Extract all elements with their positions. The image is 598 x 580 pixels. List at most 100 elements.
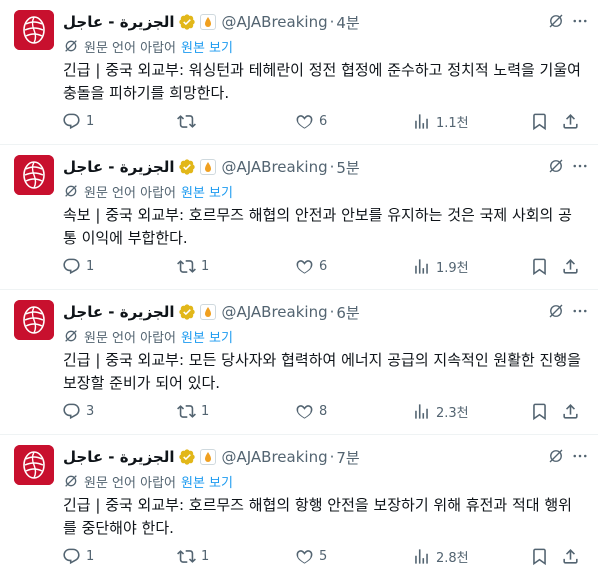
retweet-count: 1	[201, 403, 210, 419]
avatar[interactable]	[14, 300, 54, 340]
more-icon[interactable]	[570, 11, 590, 31]
author-handle[interactable]: @AJABreaking	[221, 158, 327, 176]
author-name[interactable]: الجزيرة - عاجل	[63, 13, 174, 31]
retweet-icon	[177, 259, 196, 273]
verified-badge-icon	[178, 303, 196, 321]
retweet-button[interactable]	[177, 111, 201, 131]
views-icon	[415, 548, 428, 564]
author-handle[interactable]: @AJABreaking	[221, 303, 327, 321]
reply-button[interactable]: 1	[62, 256, 94, 276]
like-icon	[296, 549, 313, 564]
views-icon	[415, 113, 428, 129]
tweet-header: الجزيرة - عاجل @AJABreaking · 5분	[63, 156, 558, 178]
retweet-button[interactable]: 1	[177, 546, 209, 566]
aljazeera-logo	[14, 10, 54, 50]
share-button[interactable]	[561, 546, 580, 566]
more-icon[interactable]	[570, 156, 590, 176]
views-button[interactable]: 2.3천	[412, 401, 469, 421]
reply-button[interactable]: 1	[62, 111, 94, 131]
bookmark-button[interactable]	[530, 256, 549, 276]
like-button[interactable]: 5	[295, 546, 327, 566]
tweet-text: 긴급 | 중국 외교부: 호르무즈 해협의 항행 안전을 보장하기 위해 휴전과…	[63, 496, 572, 537]
bookmark-button[interactable]	[530, 546, 549, 566]
show-original-link[interactable]: 원본 보기	[181, 327, 233, 346]
translate-icon	[63, 38, 79, 54]
author-handle[interactable]: @AJABreaking	[221, 448, 327, 466]
affiliate-icon[interactable]	[200, 304, 217, 320]
like-icon	[296, 404, 313, 419]
verified-badge-icon	[178, 448, 196, 466]
translation-notice: 원문 언어 아랍어 원본 보기	[63, 36, 233, 56]
retweet-icon	[177, 549, 196, 563]
reply-count: 3	[86, 403, 95, 419]
grok-icon[interactable]	[546, 11, 566, 31]
translate-icon	[63, 183, 79, 199]
affiliate-icon[interactable]	[200, 14, 217, 30]
show-original-link[interactable]: 원본 보기	[181, 182, 233, 201]
show-original-link[interactable]: 원본 보기	[181, 37, 233, 56]
like-count: 6	[319, 113, 328, 129]
reply-button[interactable]: 3	[62, 401, 94, 421]
author-handle[interactable]: @AJABreaking	[221, 13, 327, 31]
retweet-button[interactable]: 1	[177, 401, 209, 421]
tweet[interactable]: الجزيرة - عاجل @AJABreaking · 7분 원문 언어 아…	[0, 435, 598, 580]
avatar[interactable]	[14, 445, 54, 485]
like-button[interactable]: 8	[295, 401, 327, 421]
tweet-feed: الجزيرة - عاجل @AJABreaking · 4분 원문 언어 아…	[0, 0, 598, 580]
bookmark-icon	[533, 258, 546, 275]
author-name[interactable]: الجزيرة - عاجل	[63, 303, 174, 321]
views-button[interactable]: 1.1천	[412, 111, 469, 131]
view-count: 1.1천	[436, 115, 469, 131]
like-button[interactable]: 6	[295, 256, 327, 276]
tweet-time[interactable]: 6분	[336, 302, 359, 323]
show-original-link[interactable]: 원본 보기	[181, 472, 233, 491]
share-icon	[563, 548, 578, 564]
grok-icon[interactable]	[546, 301, 566, 321]
view-count: 2.8천	[436, 550, 469, 566]
share-button[interactable]	[561, 401, 580, 421]
author-name[interactable]: الجزيرة - عاجل	[63, 448, 174, 466]
tweet-header: الجزيرة - عاجل @AJABreaking · 6분	[63, 301, 558, 323]
avatar[interactable]	[14, 10, 54, 50]
retweet-icon	[177, 404, 196, 418]
bookmark-button[interactable]	[530, 401, 549, 421]
more-icon[interactable]	[570, 301, 590, 321]
like-button[interactable]: 6	[295, 111, 327, 131]
reply-icon	[63, 403, 80, 419]
share-icon	[563, 258, 578, 274]
tweet-time[interactable]: 4분	[336, 12, 359, 33]
views-button[interactable]: 1.9천	[412, 256, 469, 276]
tweet-header: الجزيرة - عاجل @AJABreaking · 7분	[63, 446, 558, 468]
share-button[interactable]	[561, 111, 580, 131]
author-name[interactable]: الجزيرة - عاجل	[63, 158, 174, 176]
tweet-text: 속보 | 중국 외교부: 호르무즈 해협의 안전과 안보를 유지하는 것은 국제…	[63, 206, 572, 247]
views-icon	[415, 403, 428, 419]
aljazeera-logo	[14, 445, 54, 485]
tweet-time[interactable]: 7분	[336, 447, 359, 468]
tweet[interactable]: الجزيرة - عاجل @AJABreaking · 5분 원문 언어 아…	[0, 145, 598, 290]
aljazeera-logo	[14, 300, 54, 340]
views-button[interactable]: 2.8천	[412, 546, 469, 566]
tweet[interactable]: الجزيرة - عاجل @AJABreaking · 6분 원문 언어 아…	[0, 290, 598, 435]
retweet-button[interactable]: 1	[177, 256, 209, 276]
bookmark-icon	[533, 113, 546, 130]
translate-icon	[63, 328, 79, 344]
grok-icon[interactable]	[546, 156, 566, 176]
reply-button[interactable]: 1	[62, 546, 94, 566]
more-icon[interactable]	[570, 446, 590, 466]
affiliate-icon[interactable]	[200, 449, 217, 465]
separator-dot: ·	[329, 448, 335, 466]
tweet-time[interactable]: 5분	[336, 157, 359, 178]
share-button[interactable]	[561, 256, 580, 276]
tweet[interactable]: الجزيرة - عاجل @AJABreaking · 4분 원문 언어 아…	[0, 0, 598, 145]
like-count: 8	[319, 403, 328, 419]
reply-count: 1	[86, 548, 95, 564]
affiliate-icon[interactable]	[200, 159, 217, 175]
reply-icon	[63, 548, 80, 564]
avatar[interactable]	[14, 155, 54, 195]
tweet-text: 긴급 | 중국 외교부: 워싱턴과 테헤란이 정전 협정에 준수하고 정치적 노…	[63, 61, 581, 102]
separator-dot: ·	[329, 303, 335, 321]
grok-icon[interactable]	[546, 446, 566, 466]
retweet-count: 1	[201, 548, 210, 564]
bookmark-button[interactable]	[530, 111, 549, 131]
